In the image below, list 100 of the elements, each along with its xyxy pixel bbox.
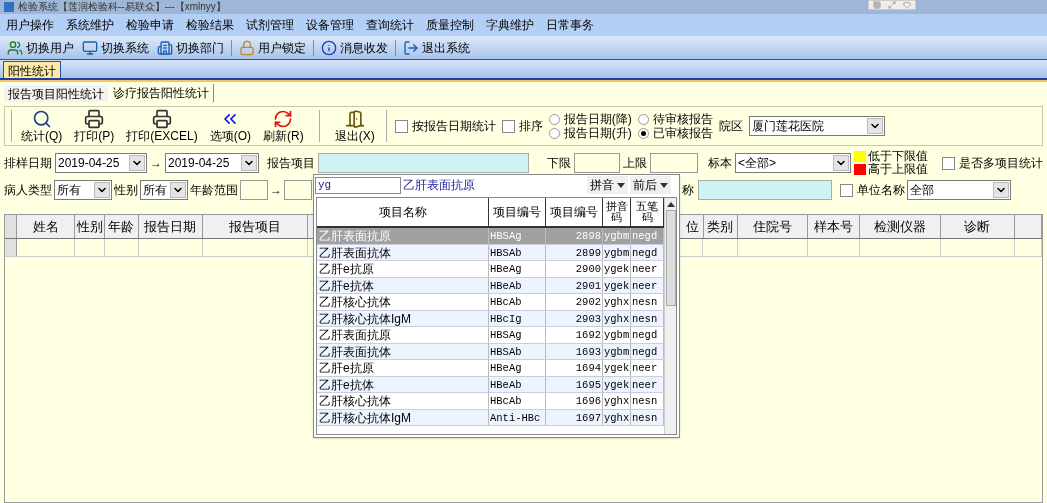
menu-item[interactable]: 查询统计 xyxy=(362,16,418,34)
document-tab[interactable]: 阳性统计 xyxy=(3,61,61,78)
resize-icon[interactable] xyxy=(888,1,896,9)
unit-select[interactable]: 全部 xyxy=(907,180,1011,200)
column-header[interactable]: 样本号 xyxy=(808,215,861,238)
lock-icon xyxy=(239,39,255,56)
upper-limit-field[interactable] xyxy=(650,153,698,173)
toolbar-button[interactable]: 退出系统 xyxy=(400,38,473,57)
action-button[interactable]: 打印(EXCEL) xyxy=(123,109,201,143)
toolbar-button[interactable]: 用户锁定 xyxy=(236,38,309,57)
column-header[interactable]: 性别 xyxy=(75,215,105,238)
action-button[interactable]: 刷新(R) xyxy=(260,109,307,143)
column-header[interactable]: 项目编号 xyxy=(546,198,603,226)
menu-item[interactable]: 检验申请 xyxy=(122,16,178,34)
campus-select[interactable]: 厦门莲花医院 xyxy=(748,116,885,136)
column-header[interactable]: 诊断 xyxy=(941,215,1015,238)
menu-item[interactable]: 质量控制 xyxy=(422,16,478,34)
column-header[interactable]: 检测仪器 xyxy=(860,215,942,238)
age-to-field[interactable] xyxy=(284,180,312,200)
table-cell: yghx xyxy=(603,310,631,326)
table-cell: HBSAb xyxy=(489,244,546,260)
checkbox[interactable] xyxy=(840,183,853,197)
table-cell: HBcAb xyxy=(489,393,546,409)
printer-icon xyxy=(152,109,172,129)
table-cell: HBeAb xyxy=(489,277,546,293)
toolbar-button[interactable]: 切换系统 xyxy=(79,38,152,57)
dropdown-menu[interactable]: 前后 xyxy=(630,176,671,194)
radio-button[interactable] xyxy=(637,127,649,139)
column-header[interactable]: 项目编号 xyxy=(489,198,546,226)
table-cell: 乙肝核心抗体 xyxy=(317,294,489,310)
date-to-select[interactable]: 2019-04-25 xyxy=(165,153,259,173)
lookup-row[interactable]: 乙肝核心抗体 HBcAb 2902 yghx nesn xyxy=(317,294,664,311)
menu-item[interactable]: 检验结果 xyxy=(182,16,238,34)
lower-limit-field[interactable] xyxy=(574,153,620,173)
table-cell: 2901 xyxy=(546,277,603,293)
column-header[interactable]: 报告项目 xyxy=(202,215,309,238)
legend-label: 低于下限值 xyxy=(868,150,928,163)
column-header[interactable]: 姓名 xyxy=(16,215,76,238)
report-item-field[interactable] xyxy=(318,153,529,173)
column-header[interactable]: 住院号 xyxy=(737,215,809,238)
field-label: 院区 xyxy=(718,118,743,135)
menu-item[interactable]: 系统维护 xyxy=(62,16,118,34)
column-header[interactable]: 类别 xyxy=(703,215,738,238)
search-icon xyxy=(31,109,52,129)
toolbar-button[interactable]: 切换用户 xyxy=(4,38,77,57)
table-cell: 2900 xyxy=(546,261,603,277)
toolbar-button[interactable]: 切换部门 xyxy=(154,38,227,57)
table-cell: 1693 xyxy=(546,343,603,359)
action-button[interactable]: 退出(X) xyxy=(331,109,378,143)
heart-icon[interactable] xyxy=(903,1,912,9)
patient-type-select[interactable]: 所有 xyxy=(54,180,112,200)
lookup-row[interactable]: 乙肝e抗原 HBeAg 2900 ygek neer xyxy=(317,261,664,278)
date-from-select[interactable]: 2019-04-25 xyxy=(55,153,147,173)
window-title: 检验系统【莲润检验科--易联众】---【xmlnyy】 xyxy=(18,1,226,13)
specimen-select[interactable]: <全部> xyxy=(735,153,851,173)
table-cell: ygbm xyxy=(603,343,631,359)
column-header[interactable]: 位 xyxy=(685,216,699,237)
table-cell: HBeAb xyxy=(489,376,546,392)
table-cell: HBeAg xyxy=(489,360,546,376)
lookup-row[interactable]: 乙肝e抗原 HBeAg 1694 ygek neer xyxy=(317,360,664,377)
radio-button[interactable] xyxy=(637,113,649,125)
checkbox[interactable] xyxy=(501,119,515,133)
lookup-row[interactable]: 乙肝表面抗原 HBSAg 1692 ygbm negd xyxy=(317,327,664,344)
table-cell: ygek xyxy=(603,376,631,392)
action-button[interactable]: 统计(Q) xyxy=(18,109,66,143)
radio-button[interactable] xyxy=(548,113,560,125)
checkbox[interactable] xyxy=(942,156,955,170)
sex-select[interactable]: 所有 xyxy=(140,180,188,200)
table-cell: 2898 xyxy=(546,228,603,244)
column-header[interactable]: 年龄 xyxy=(104,215,140,238)
toolbar-button[interactable]: 消息收发 xyxy=(318,38,391,57)
menu-item[interactable]: 字典维护 xyxy=(482,16,538,34)
radio-button[interactable] xyxy=(548,127,560,139)
menu-item[interactable]: 设备管理 xyxy=(302,16,358,34)
current-item-label: 乙肝表面抗原 xyxy=(403,177,476,194)
lookup-search-field[interactable]: yg xyxy=(315,176,401,194)
field-label: 称 xyxy=(682,182,694,199)
menu-item[interactable]: 日常事务 xyxy=(542,16,598,34)
menu-item[interactable]: 用户操作 xyxy=(2,16,58,34)
name-field[interactable] xyxy=(698,180,832,200)
table-cell: HBcAb xyxy=(489,294,546,310)
lookup-row[interactable]: 乙肝核心抗体 HBcAb 1696 yghx nesn xyxy=(317,393,664,410)
age-from-field[interactable] xyxy=(240,180,268,200)
menu-item[interactable]: 试剂管理 xyxy=(242,16,298,34)
column-header[interactable]: 报告日期 xyxy=(139,215,203,238)
table-cell: 1692 xyxy=(546,327,603,343)
scrollbar[interactable] xyxy=(664,198,676,434)
column-header[interactable]: 项目名称 xyxy=(317,198,489,226)
action-button[interactable]: 选项(O) xyxy=(206,109,254,143)
sub-tab[interactable]: 报告项目阳性统计 xyxy=(3,84,109,102)
printer-icon xyxy=(84,109,105,129)
table-cell: yghx xyxy=(603,294,631,310)
table-cell: 乙肝e抗体 xyxy=(317,277,489,293)
dropdown-menu[interactable]: 拼音 xyxy=(587,176,628,194)
table-cell: 乙肝e抗体 xyxy=(317,376,489,392)
action-button[interactable]: 打印(P) xyxy=(71,109,118,143)
checkbox[interactable] xyxy=(394,119,408,133)
table-cell: ygbm xyxy=(603,228,631,244)
table-cell: yghx xyxy=(603,409,631,425)
column-header[interactable]: 拼音码 xyxy=(603,198,631,226)
